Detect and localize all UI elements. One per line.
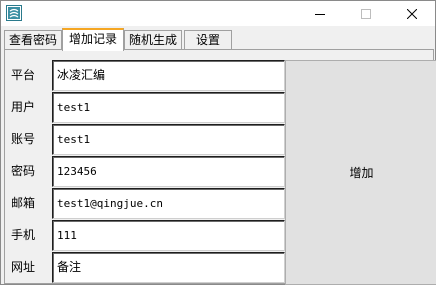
add-button[interactable]: 增加 xyxy=(285,60,436,285)
account-label: 账号 xyxy=(11,132,36,146)
app-window: 查看密码 增加记录 随机生成 设置 平台 冰凌汇编 用户 test1 账号 te… xyxy=(0,0,436,285)
email-field[interactable]: test1@qingjue.cn xyxy=(52,188,285,219)
account-field[interactable]: test1 xyxy=(52,124,285,155)
minimize-button[interactable] xyxy=(297,1,343,26)
maximize-button[interactable] xyxy=(343,1,389,26)
title-bar[interactable] xyxy=(1,1,435,26)
close-button[interactable] xyxy=(389,1,435,26)
platform-field[interactable]: 冰凌汇编 xyxy=(52,60,285,91)
username-label: 用户 xyxy=(11,100,36,114)
document-list-icon xyxy=(6,5,22,21)
tab-view-passwords[interactable]: 查看密码 xyxy=(4,30,62,50)
tab-strip: 查看密码 增加记录 随机生成 设置 xyxy=(4,28,434,51)
username-field[interactable]: test1 xyxy=(52,92,285,123)
tab-random-generate[interactable]: 随机生成 xyxy=(124,30,182,50)
maximize-icon xyxy=(361,8,371,19)
minimize-icon xyxy=(315,9,325,19)
password-field[interactable]: 123456 xyxy=(52,156,285,187)
password-label: 密码 xyxy=(11,164,36,178)
add-record-panel: 平台 冰凌汇编 用户 test1 账号 test1 密码 123456 邮箱 t… xyxy=(4,49,436,285)
close-icon xyxy=(407,8,417,19)
phone-field[interactable]: 111 xyxy=(52,220,285,251)
tab-add-record[interactable]: 增加记录 xyxy=(62,28,124,51)
email-label: 邮箱 xyxy=(11,196,36,210)
url-field[interactable]: 备注 xyxy=(52,252,285,283)
url-label: 网址 xyxy=(11,260,36,274)
tab-settings[interactable]: 设置 xyxy=(184,30,232,50)
phone-label: 手机 xyxy=(11,228,36,242)
platform-label: 平台 xyxy=(11,68,36,82)
